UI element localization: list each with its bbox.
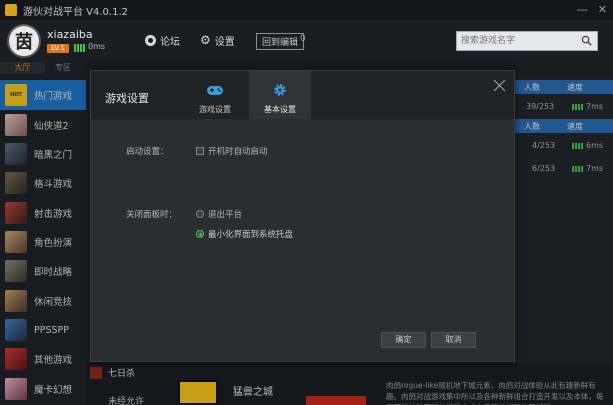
app-title: 游伙对战平台 V4.0.1.2 <box>23 6 129 18</box>
minimize-button[interactable]: — <box>577 3 588 16</box>
app-logo-icon <box>5 4 17 16</box>
search-input[interactable] <box>457 32 575 50</box>
count-value: 0 <box>300 34 306 44</box>
checkbox-label: 开机时自动启动 <box>208 147 268 157</box>
checkbox-box <box>196 147 204 155</box>
header: 茵 xiazaiba LV.1 0ms 论坛 ⚙ 设置 回到编辑 0 <box>0 20 613 62</box>
dialog-title: 游戏设置 <box>105 92 149 105</box>
tab-label: 游戏设置 <box>199 105 231 114</box>
radio-label: 退出平台 <box>208 210 243 220</box>
cancel-button[interactable]: 取消 <box>431 332 476 348</box>
title-bar: 游伙对战平台 V4.0.1.2 — ✕ <box>0 0 613 20</box>
gamepad-icon <box>207 86 223 95</box>
dialog-body: 启动设置： 开机时自动启动 关闭面板时： 退出平台 最小化界面到系统托盘 确定 … <box>91 119 514 361</box>
settings-dialog: 游戏设置 游戏设置 基本设置 启动设置： 开机时自动启动 关闭面板时： 退出平台… <box>90 70 515 362</box>
exit-platform-radio[interactable]: 退出平台 <box>196 208 242 220</box>
search-box <box>456 31 598 51</box>
radio-circle <box>196 230 204 238</box>
auto-start-checkbox[interactable]: 开机时自动启动 <box>196 145 268 157</box>
gear-icon <box>274 84 286 96</box>
tab-game-settings[interactable]: 游戏设置 <box>184 71 246 119</box>
level-badge: LV.1 <box>47 44 69 53</box>
forum-icon <box>145 35 156 46</box>
signal-icon <box>74 44 85 52</box>
ping-value: 0ms <box>88 42 106 51</box>
forum-label: 论坛 <box>160 37 180 48</box>
close-window-button[interactable]: ✕ <box>598 3 607 16</box>
ok-button[interactable]: 确定 <box>381 332 426 348</box>
username: xiazaiba <box>47 28 93 41</box>
on-close-label: 关闭面板时： <box>126 210 178 220</box>
radio-label: 最小化界面到系统托盘 <box>208 230 294 240</box>
close-icon[interactable] <box>493 79 506 92</box>
tab-label: 基本设置 <box>264 105 296 114</box>
search-icon[interactable] <box>581 35 592 46</box>
settings-label: 设置 <box>214 37 235 48</box>
gear-icon: ⚙ <box>200 33 211 47</box>
settings-button[interactable]: ⚙ 设置 <box>200 33 235 48</box>
tab-basic-settings[interactable]: 基本设置 <box>249 71 311 119</box>
avatar[interactable]: 茵 <box>7 24 41 58</box>
minimize-to-tray-radio[interactable]: 最小化界面到系统托盘 <box>196 228 293 240</box>
forum-button[interactable]: 论坛 <box>145 33 180 48</box>
radio-circle <box>196 210 204 218</box>
return-button[interactable]: 回到编辑 <box>256 33 305 50</box>
startup-label: 启动设置： <box>126 147 169 157</box>
window-controls: — ✕ <box>577 3 607 16</box>
dialog-header: 游戏设置 游戏设置 基本设置 <box>91 71 514 119</box>
